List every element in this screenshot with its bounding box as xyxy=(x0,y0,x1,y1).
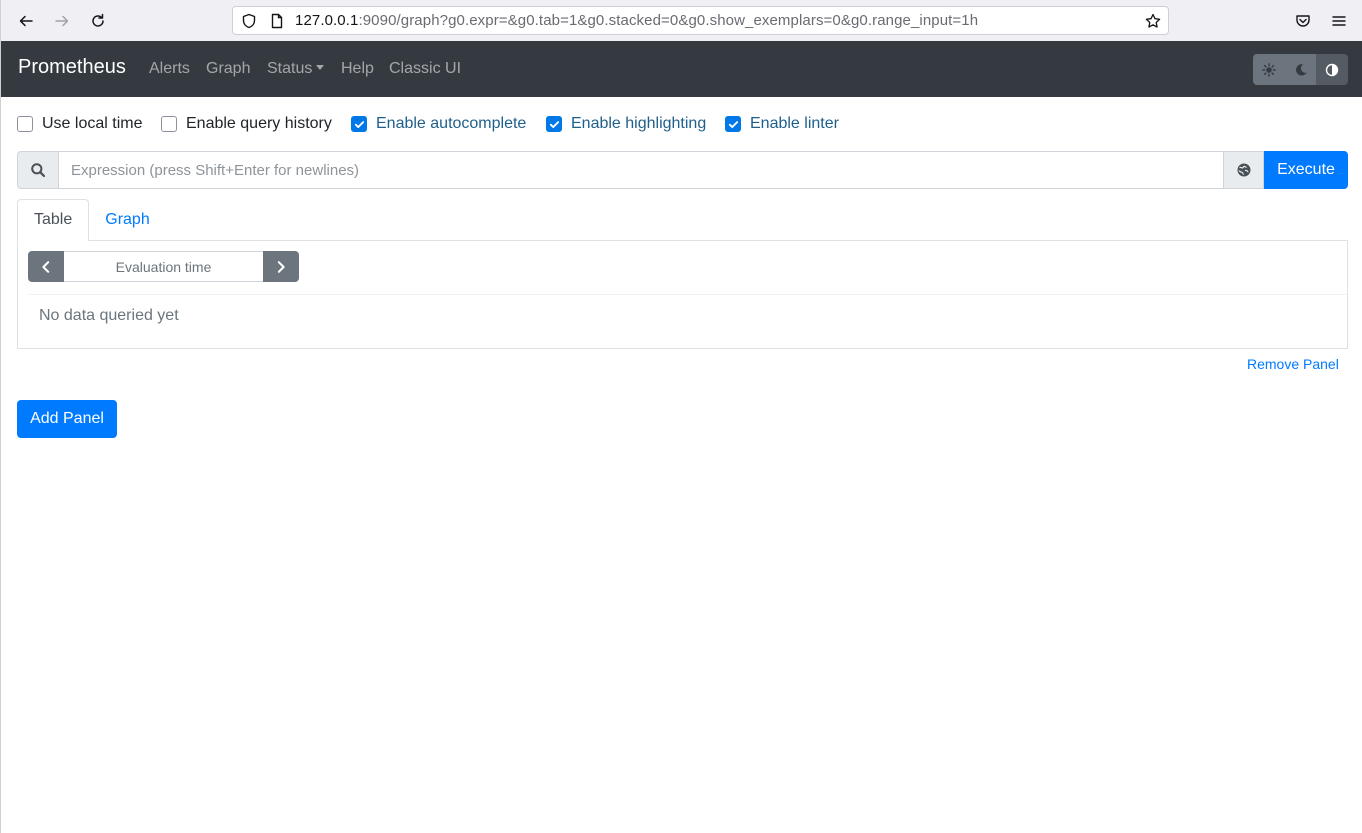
chevron-left-icon xyxy=(42,260,50,273)
tab-table[interactable]: Table xyxy=(17,199,90,241)
evaluation-time-group xyxy=(28,251,299,282)
enable-highlighting-label: Enable highlighting xyxy=(571,115,707,132)
chevron-right-icon xyxy=(277,260,285,273)
enable-linter-checkbox[interactable]: Enable linter xyxy=(725,114,839,134)
nav-status-label: Status xyxy=(267,60,313,77)
enable-linter-label: Enable linter xyxy=(750,115,839,132)
checkbox-box-checked[interactable] xyxy=(546,116,562,132)
checkbox-box[interactable] xyxy=(17,116,33,132)
eval-time-back-button[interactable] xyxy=(28,251,64,282)
no-data-message: No data queried yet xyxy=(39,307,179,324)
pocket-icon xyxy=(1296,15,1310,27)
enable-highlighting-checkbox[interactable]: Enable highlighting xyxy=(546,114,706,134)
table-panel: No data queried yet xyxy=(17,240,1348,349)
checkmark-icon xyxy=(549,120,559,128)
url-bar[interactable]: 127.0.0.1:9090/graph?g0.expr=&g0.tab=1&g… xyxy=(232,6,1169,35)
checkmark-icon xyxy=(728,120,738,128)
forward-button[interactable] xyxy=(49,8,75,34)
dark-theme-button[interactable] xyxy=(1284,54,1317,85)
hamburger-menu-icon xyxy=(1332,16,1346,26)
eval-time-forward-button[interactable] xyxy=(263,251,299,282)
nav-alerts[interactable]: Alerts xyxy=(149,60,190,78)
light-theme-button[interactable] xyxy=(1253,54,1285,85)
back-button[interactable] xyxy=(13,8,39,34)
reload-button[interactable] xyxy=(85,8,111,34)
auto-theme-button[interactable] xyxy=(1316,54,1348,85)
brand-logo-text[interactable]: Prometheus xyxy=(18,56,126,79)
nav-status-dropdown[interactable]: Status xyxy=(267,60,325,78)
forward-arrow-icon xyxy=(55,15,69,27)
use-local-time-label: Use local time xyxy=(42,115,143,132)
checkbox-box-checked[interactable] xyxy=(725,116,741,132)
search-prepend xyxy=(17,151,59,189)
add-panel-button[interactable]: Add Panel xyxy=(17,400,117,438)
use-local-time-checkbox[interactable]: Use local time xyxy=(17,114,142,134)
nav-graph[interactable]: Graph xyxy=(206,60,250,78)
caret-down-icon xyxy=(316,65,325,70)
globe-icon xyxy=(1237,163,1250,177)
sun-icon xyxy=(1262,62,1276,77)
pocket-button[interactable] xyxy=(1290,8,1316,34)
enable-autocomplete-label: Enable autocomplete xyxy=(376,115,527,132)
shield-icon[interactable] xyxy=(241,13,257,29)
url-path: :9090/graph?g0.expr=&g0.tab=1&g0.stacked… xyxy=(358,12,979,29)
checkbox-box-checked[interactable] xyxy=(351,116,367,132)
app-menu-button[interactable] xyxy=(1326,8,1352,34)
moon-icon xyxy=(1295,63,1307,76)
panel-tabs: Table Graph xyxy=(17,199,166,241)
reload-icon xyxy=(92,13,104,27)
metrics-explorer-button[interactable] xyxy=(1223,151,1264,189)
half-circle-icon xyxy=(1325,63,1339,76)
star-icon[interactable] xyxy=(1145,13,1161,29)
enable-query-history-checkbox[interactable]: Enable query history xyxy=(161,114,332,134)
theme-toggle-group xyxy=(1253,54,1348,85)
enable-query-history-label: Enable query history xyxy=(186,115,332,132)
evaluation-time-input[interactable] xyxy=(64,251,263,282)
back-arrow-icon xyxy=(19,15,33,27)
nav-help[interactable]: Help xyxy=(341,60,374,78)
url-text[interactable]: 127.0.0.1:9090/graph?g0.expr=&g0.tab=1&g… xyxy=(295,12,978,29)
expression-input-group: Execute xyxy=(17,151,1348,189)
url-host: 127.0.0.1 xyxy=(295,12,359,29)
checkmark-icon xyxy=(354,120,364,128)
prometheus-navbar: Prometheus Alerts Graph Status Help Clas… xyxy=(1,41,1362,97)
expression-input[interactable] xyxy=(59,151,1223,189)
tab-graph[interactable]: Graph xyxy=(89,199,165,241)
checkbox-box[interactable] xyxy=(161,116,177,132)
browser-toolbar: 127.0.0.1:9090/graph?g0.expr=&g0.tab=1&g… xyxy=(1,0,1362,41)
enable-autocomplete-checkbox[interactable]: Enable autocomplete xyxy=(351,114,526,134)
page-icon[interactable] xyxy=(269,13,285,29)
execute-button[interactable]: Execute xyxy=(1264,151,1348,189)
search-icon xyxy=(31,163,46,178)
nav-classic-ui[interactable]: Classic UI xyxy=(389,60,461,78)
panel-divider xyxy=(28,294,1347,295)
remove-panel-link[interactable]: Remove Panel xyxy=(1247,356,1339,372)
